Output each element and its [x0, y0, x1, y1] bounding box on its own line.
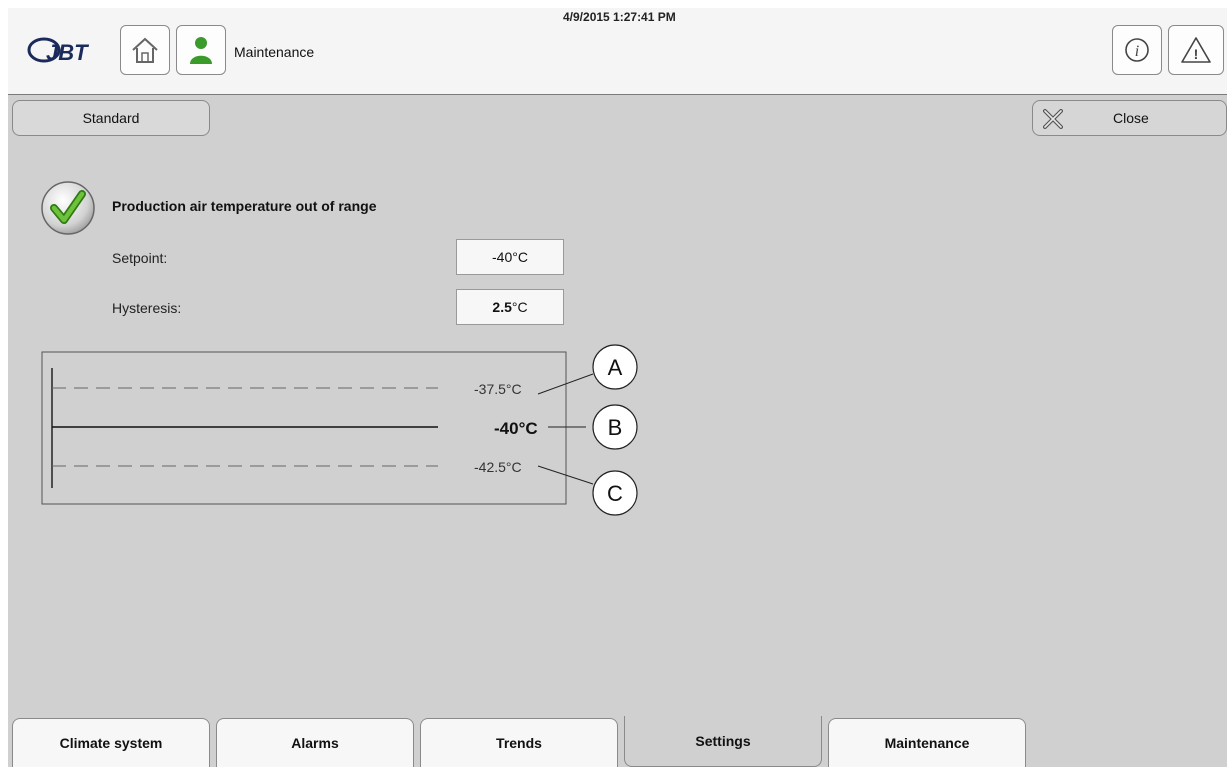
tab-settings[interactable]: Settings	[624, 716, 822, 767]
svg-text:i: i	[1135, 43, 1139, 60]
home-button[interactable]	[120, 25, 170, 75]
app-window: JBT Maintenance 4/9/2015 1:27:41 PM i ! …	[8, 8, 1227, 767]
hysteresis-diagram: -37.5°C -40°C -42.5°C A B C	[41, 344, 638, 516]
close-button[interactable]: Close	[1032, 100, 1227, 136]
setpoint-diagram-label: -40°C	[494, 419, 538, 438]
hysteresis-field[interactable]: 2.5 °C	[456, 289, 564, 325]
info-button[interactable]: i	[1112, 25, 1162, 75]
hysteresis-unit: °C	[511, 299, 528, 315]
callout-a-label: A	[608, 355, 623, 380]
info-icon: i	[1123, 36, 1151, 64]
alarm-title: Production air temperature out of range	[112, 198, 377, 214]
upper-limit-label: -37.5°C	[474, 381, 522, 397]
hysteresis-value: 2.5	[492, 299, 512, 315]
header-bar: JBT Maintenance 4/9/2015 1:27:41 PM i !	[8, 8, 1227, 95]
bottom-tab-bar: Climate system Alarms Trends Settings Ma…	[8, 716, 1227, 767]
warning-icon: !	[1180, 36, 1212, 64]
mode-tab-standard[interactable]: Standard	[12, 100, 210, 136]
user-icon	[189, 35, 213, 65]
tab-maintenance[interactable]: Maintenance	[828, 718, 1026, 767]
setpoint-field[interactable]: -40°C	[456, 239, 564, 275]
home-icon	[130, 36, 160, 64]
svg-text:JBT: JBT	[46, 40, 89, 65]
user-role-label: Maintenance	[234, 44, 315, 60]
callout-b-label: B	[608, 415, 623, 440]
check-icon[interactable]	[40, 180, 96, 236]
close-label: Close	[1113, 110, 1149, 126]
jbt-logo: JBT	[24, 34, 114, 70]
svg-text:!: !	[1194, 46, 1199, 62]
datetime-display: 4/9/2015 1:27:41 PM	[563, 10, 676, 24]
tab-alarms[interactable]: Alarms	[216, 718, 414, 767]
lower-limit-label: -42.5°C	[474, 459, 522, 475]
tab-climate-system[interactable]: Climate system	[12, 718, 210, 767]
user-button[interactable]	[176, 25, 226, 75]
close-icon	[1043, 109, 1063, 132]
setpoint-label: Setpoint:	[112, 250, 168, 266]
alarm-button[interactable]: !	[1168, 25, 1224, 75]
hysteresis-label: Hysteresis:	[112, 300, 182, 316]
callout-c-label: C	[607, 481, 623, 506]
tab-trends[interactable]: Trends	[420, 718, 618, 767]
